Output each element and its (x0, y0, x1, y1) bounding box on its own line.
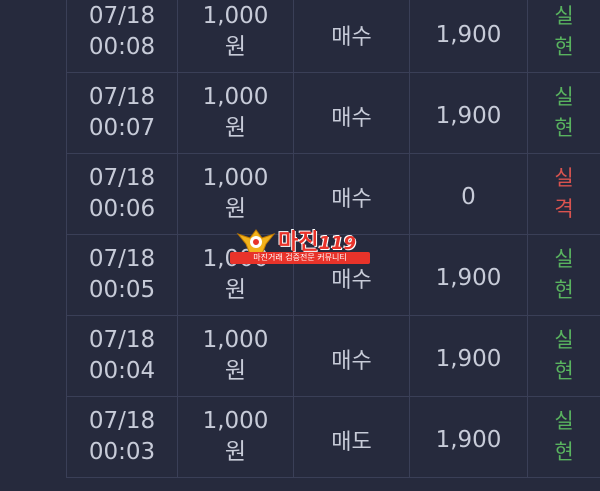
time-text: 00:05 (88, 277, 156, 303)
date-text: 07/18 (88, 408, 156, 434)
result-char: 실 (554, 328, 574, 352)
watermark-tagline: 마진거래 검증전문 커뮤니티 (230, 252, 370, 264)
result-cell: 실 격 (528, 154, 600, 234)
amount-unit: 원 (224, 439, 247, 465)
time-cell: 07/18 00:07 (66, 73, 178, 153)
result-cell: 실 현 (528, 73, 600, 153)
result-char: 실 (554, 409, 574, 433)
amount-unit: 원 (224, 196, 247, 222)
amount-text: 1,000 (202, 84, 269, 110)
time-text: 00:08 (88, 34, 156, 60)
table-row: 07/18 00:03 1,000 원 매도 1,900 실 현 (66, 397, 600, 478)
amount-unit: 원 (224, 115, 247, 141)
amount-unit: 원 (224, 358, 247, 384)
amount-text: 1,000 (202, 165, 269, 191)
table-row: 07/18 00:07 1,000 원 매수 1,900 실 현 (66, 73, 600, 154)
value-cell: 1,900 (410, 73, 528, 153)
time-cell: 07/18 00:06 (66, 154, 178, 234)
date-text: 07/18 (88, 327, 156, 353)
result-char: 실 (554, 85, 574, 109)
result-char: 실 (554, 247, 574, 271)
result-char: 현 (554, 116, 574, 140)
date-text: 07/18 (88, 165, 156, 191)
time-text: 00:06 (88, 196, 156, 222)
trade-type-cell: 매도 (294, 397, 410, 477)
result-char: 현 (554, 35, 574, 59)
date-text: 07/18 (88, 3, 156, 29)
date-text: 07/18 (88, 246, 156, 272)
trade-type-cell: 매수 (294, 73, 410, 153)
time-text: 00:07 (88, 115, 156, 141)
result-cell: 실 현 (528, 316, 600, 396)
time-text: 00:04 (88, 358, 156, 384)
time-cell: 07/18 00:05 (66, 235, 178, 315)
table-row: 07/18 00:08 1,000 원 매수 1,900 실 현 (66, 0, 600, 73)
time-cell: 07/18 00:04 (66, 316, 178, 396)
amount-unit: 원 (224, 34, 247, 60)
result-char: 실 (554, 4, 574, 28)
result-cell: 실 현 (528, 397, 600, 477)
trade-type-cell: 매수 (294, 0, 410, 72)
result-char: 실 (554, 166, 574, 190)
time-text: 00:03 (88, 439, 156, 465)
result-char: 격 (554, 197, 574, 221)
amount-cell: 1,000 원 (178, 73, 294, 153)
trade-type-cell: 매수 (294, 316, 410, 396)
result-char: 현 (554, 278, 574, 302)
time-cell: 07/18 00:03 (66, 397, 178, 477)
result-char: 현 (554, 359, 574, 383)
value-cell: 1,900 (410, 0, 528, 72)
amount-cell: 1,000 원 (178, 316, 294, 396)
value-cell: 1,900 (410, 235, 528, 315)
amount-cell: 1,000 원 (178, 0, 294, 72)
amount-text: 1,000 (202, 3, 269, 29)
result-char: 현 (554, 440, 574, 464)
value-cell: 0 (410, 154, 528, 234)
value-cell: 1,900 (410, 316, 528, 396)
amount-cell: 1,000 원 (178, 397, 294, 477)
amount-text: 1,000 (202, 408, 269, 434)
watermark-logo: 마진119 마진거래 검증전문 커뮤니티 (226, 222, 376, 266)
table-row: 07/18 00:04 1,000 원 매수 1,900 실 현 (66, 316, 600, 397)
watermark-number: 119 (318, 233, 357, 254)
amount-unit: 원 (224, 277, 247, 303)
amount-text: 1,000 (202, 327, 269, 353)
result-cell: 실 현 (528, 235, 600, 315)
value-cell: 1,900 (410, 397, 528, 477)
date-text: 07/18 (88, 84, 156, 110)
result-cell: 실 현 (528, 0, 600, 72)
time-cell: 07/18 00:08 (66, 0, 178, 72)
